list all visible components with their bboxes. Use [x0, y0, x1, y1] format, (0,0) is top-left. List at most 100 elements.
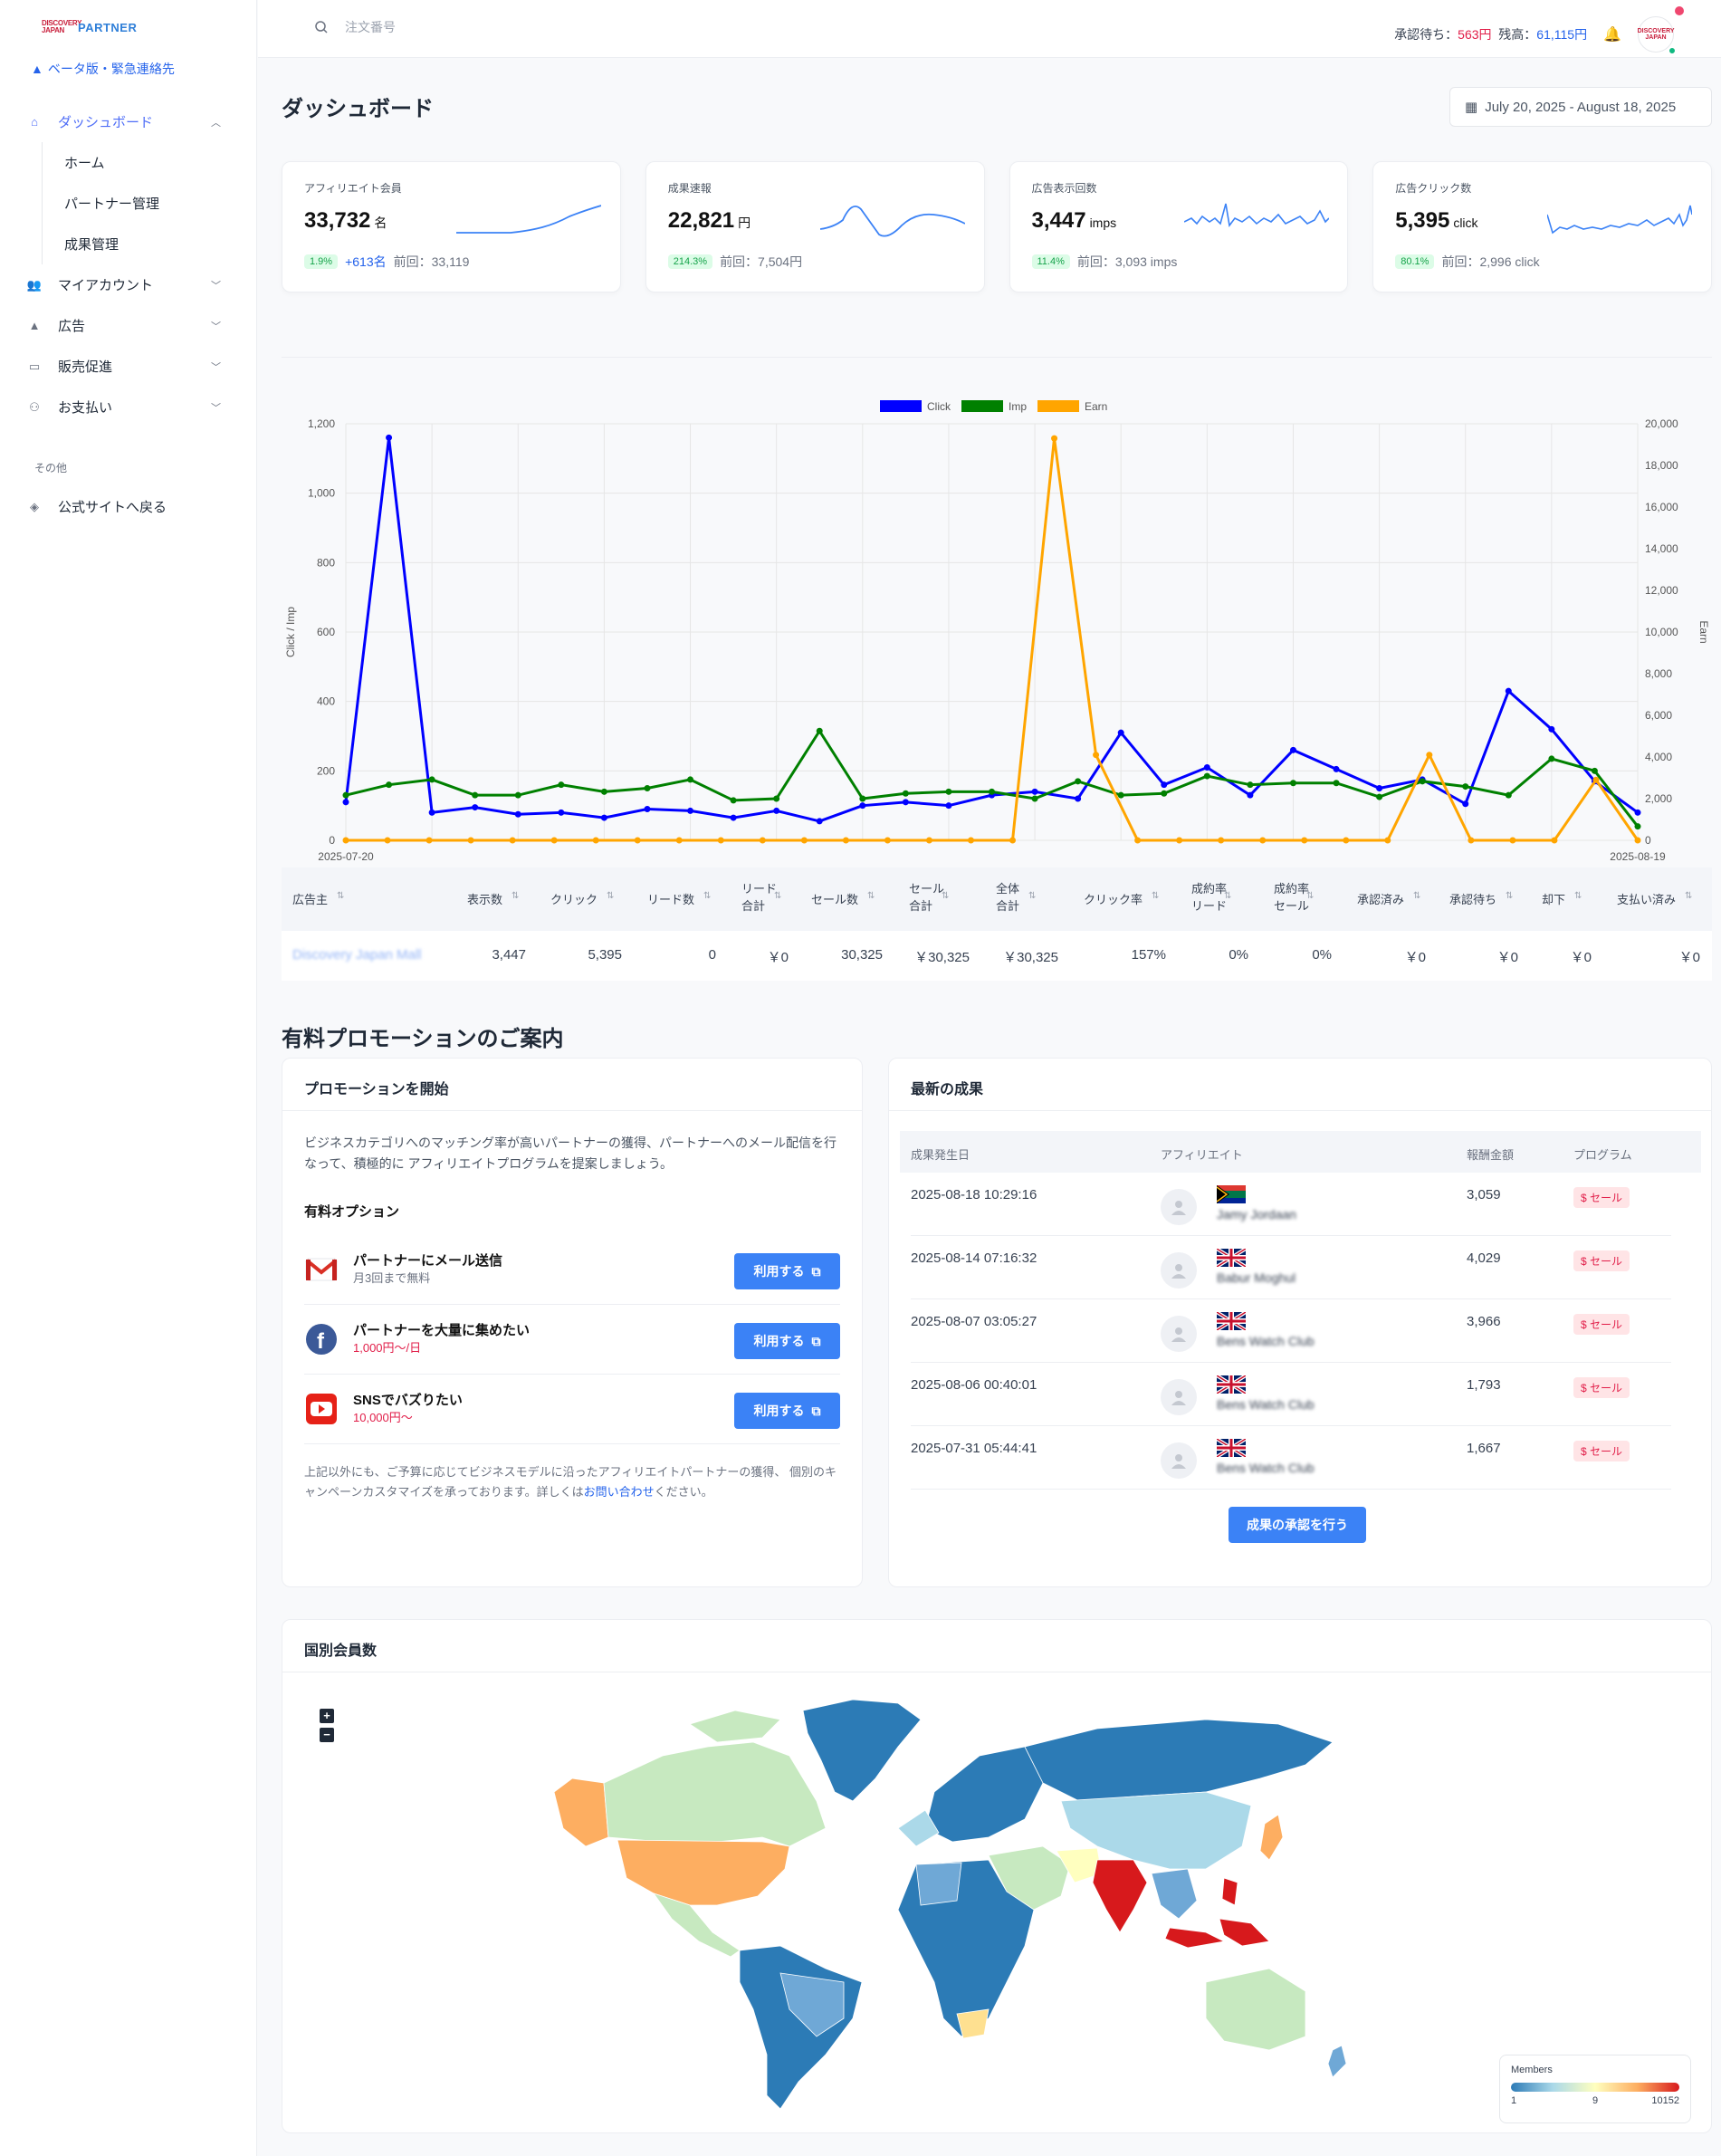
data-point[interactable]: [1333, 780, 1340, 787]
use-button[interactable]: 利用する ⧉: [734, 1393, 840, 1429]
data-point[interactable]: [1462, 800, 1469, 808]
data-point[interactable]: [1634, 823, 1641, 830]
data-point[interactable]: [1247, 791, 1254, 799]
affiliate-name[interactable]: Bens Watch Club: [1217, 1397, 1315, 1412]
data-point[interactable]: [509, 837, 516, 844]
column-header[interactable]: 却下: [1542, 891, 1565, 908]
data-point[interactable]: [1634, 837, 1641, 844]
beta-notice-link[interactable]: ▲ ベータ版・緊急連絡先: [31, 60, 175, 78]
legend-swatch[interactable]: [880, 400, 922, 412]
data-point[interactable]: [1031, 795, 1038, 802]
data-point[interactable]: [558, 809, 565, 816]
data-point[interactable]: [675, 837, 683, 844]
data-point[interactable]: [1592, 776, 1600, 783]
data-point[interactable]: [428, 776, 435, 783]
data-point[interactable]: [1218, 837, 1225, 844]
data-point[interactable]: [472, 804, 479, 811]
data-point[interactable]: [386, 781, 393, 789]
data-point[interactable]: [514, 810, 521, 818]
data-point[interactable]: [1505, 791, 1512, 799]
data-point[interactable]: [472, 791, 479, 799]
column-header[interactable]: クリック: [550, 891, 598, 908]
column-header[interactable]: リード数: [647, 891, 694, 908]
data-point[interactable]: [1051, 435, 1058, 442]
data-point[interactable]: [600, 814, 607, 821]
sort-icon[interactable]: ⇅: [1574, 891, 1582, 901]
sidebar-item-dashboard[interactable]: ⌂ ダッシュボード ︿: [27, 101, 228, 142]
data-point[interactable]: [1259, 837, 1267, 844]
data-point[interactable]: [945, 802, 952, 810]
sort-icon[interactable]: ⇅: [337, 891, 344, 901]
sidebar-item-ads[interactable]: ▲ 広告 ﹀: [27, 305, 228, 346]
data-point[interactable]: [1301, 837, 1308, 844]
sidebar-item-back-to-site[interactable]: ◈ 公式サイトへ戻る: [27, 486, 228, 527]
data-point[interactable]: [1384, 837, 1391, 844]
data-point[interactable]: [816, 818, 823, 825]
data-point[interactable]: [1462, 783, 1469, 791]
data-point[interactable]: [558, 781, 565, 789]
data-point[interactable]: [592, 837, 599, 844]
sidebar-item-results-management[interactable]: 成果管理: [64, 224, 228, 264]
data-point[interactable]: [1548, 755, 1555, 762]
affiliate-name[interactable]: Babur Moghul: [1217, 1270, 1296, 1285]
data-point[interactable]: [1548, 725, 1555, 733]
data-point[interactable]: [730, 797, 737, 804]
legend-label[interactable]: Imp: [1009, 400, 1027, 413]
data-point[interactable]: [687, 807, 694, 814]
data-point[interactable]: [1333, 765, 1340, 772]
column-header[interactable]: 支払い済み: [1617, 891, 1676, 908]
data-point[interactable]: [428, 809, 435, 816]
data-point[interactable]: [945, 788, 952, 795]
column-header[interactable]: リード 合計: [741, 880, 777, 915]
data-point[interactable]: [1009, 837, 1017, 844]
data-point[interactable]: [902, 790, 909, 797]
search-bar[interactable]: 注文番号: [314, 18, 396, 36]
data-point[interactable]: [902, 799, 909, 806]
column-header[interactable]: 全体 合計: [996, 880, 1019, 915]
data-point[interactable]: [1468, 837, 1475, 844]
data-point[interactable]: [1117, 791, 1124, 799]
advertiser-link[interactable]: Discovery Japan Mall: [292, 947, 422, 963]
data-point[interactable]: [1117, 729, 1124, 736]
sort-icon[interactable]: ⇅: [1152, 891, 1159, 901]
data-point[interactable]: [859, 795, 866, 802]
sidebar-item-promotion[interactable]: ▭ 販売促進 ﹀: [27, 346, 228, 387]
sort-icon[interactable]: ⇅: [774, 891, 781, 901]
affiliate-name[interactable]: Jamy Jordaan: [1217, 1207, 1296, 1222]
data-point[interactable]: [644, 806, 651, 812]
data-point[interactable]: [342, 799, 349, 806]
column-header[interactable]: 成約率 リード: [1191, 880, 1227, 915]
data-point[interactable]: [1075, 778, 1082, 785]
data-point[interactable]: [1376, 793, 1383, 800]
data-point[interactable]: [759, 837, 766, 844]
data-point[interactable]: [687, 776, 694, 783]
legend-swatch[interactable]: [961, 400, 1003, 412]
contact-link[interactable]: お問い合わせ: [584, 1485, 655, 1499]
approve-results-button[interactable]: 成果の承認を行う: [1229, 1507, 1366, 1543]
zoom-in-button[interactable]: +: [320, 1709, 334, 1723]
data-point[interactable]: [1161, 790, 1168, 797]
data-point[interactable]: [467, 837, 474, 844]
data-point[interactable]: [1505, 687, 1512, 695]
data-point[interactable]: [1176, 837, 1183, 844]
data-point[interactable]: [1591, 767, 1598, 774]
data-point[interactable]: [730, 814, 737, 821]
sidebar-item-payment[interactable]: ⚇ お支払い ﹀: [27, 387, 228, 427]
zoom-out-button[interactable]: −: [320, 1728, 334, 1742]
sort-icon[interactable]: ⇅: [1224, 891, 1231, 901]
data-point[interactable]: [773, 807, 780, 814]
data-point[interactable]: [1203, 772, 1210, 780]
column-header[interactable]: 広告主: [292, 891, 328, 908]
data-point[interactable]: [925, 837, 932, 844]
data-point[interactable]: [644, 785, 651, 791]
world-map[interactable]: [554, 1692, 1441, 2118]
data-point[interactable]: [1161, 781, 1168, 789]
sort-icon[interactable]: ⇅: [512, 891, 519, 901]
avatar[interactable]: DISCOVERY JAPAN: [1638, 6, 1684, 55]
data-point[interactable]: [967, 837, 974, 844]
data-point[interactable]: [1419, 778, 1426, 785]
sort-icon[interactable]: ⇅: [703, 891, 711, 901]
data-point[interactable]: [514, 791, 521, 799]
data-point[interactable]: [425, 837, 433, 844]
data-point[interactable]: [1376, 785, 1383, 791]
